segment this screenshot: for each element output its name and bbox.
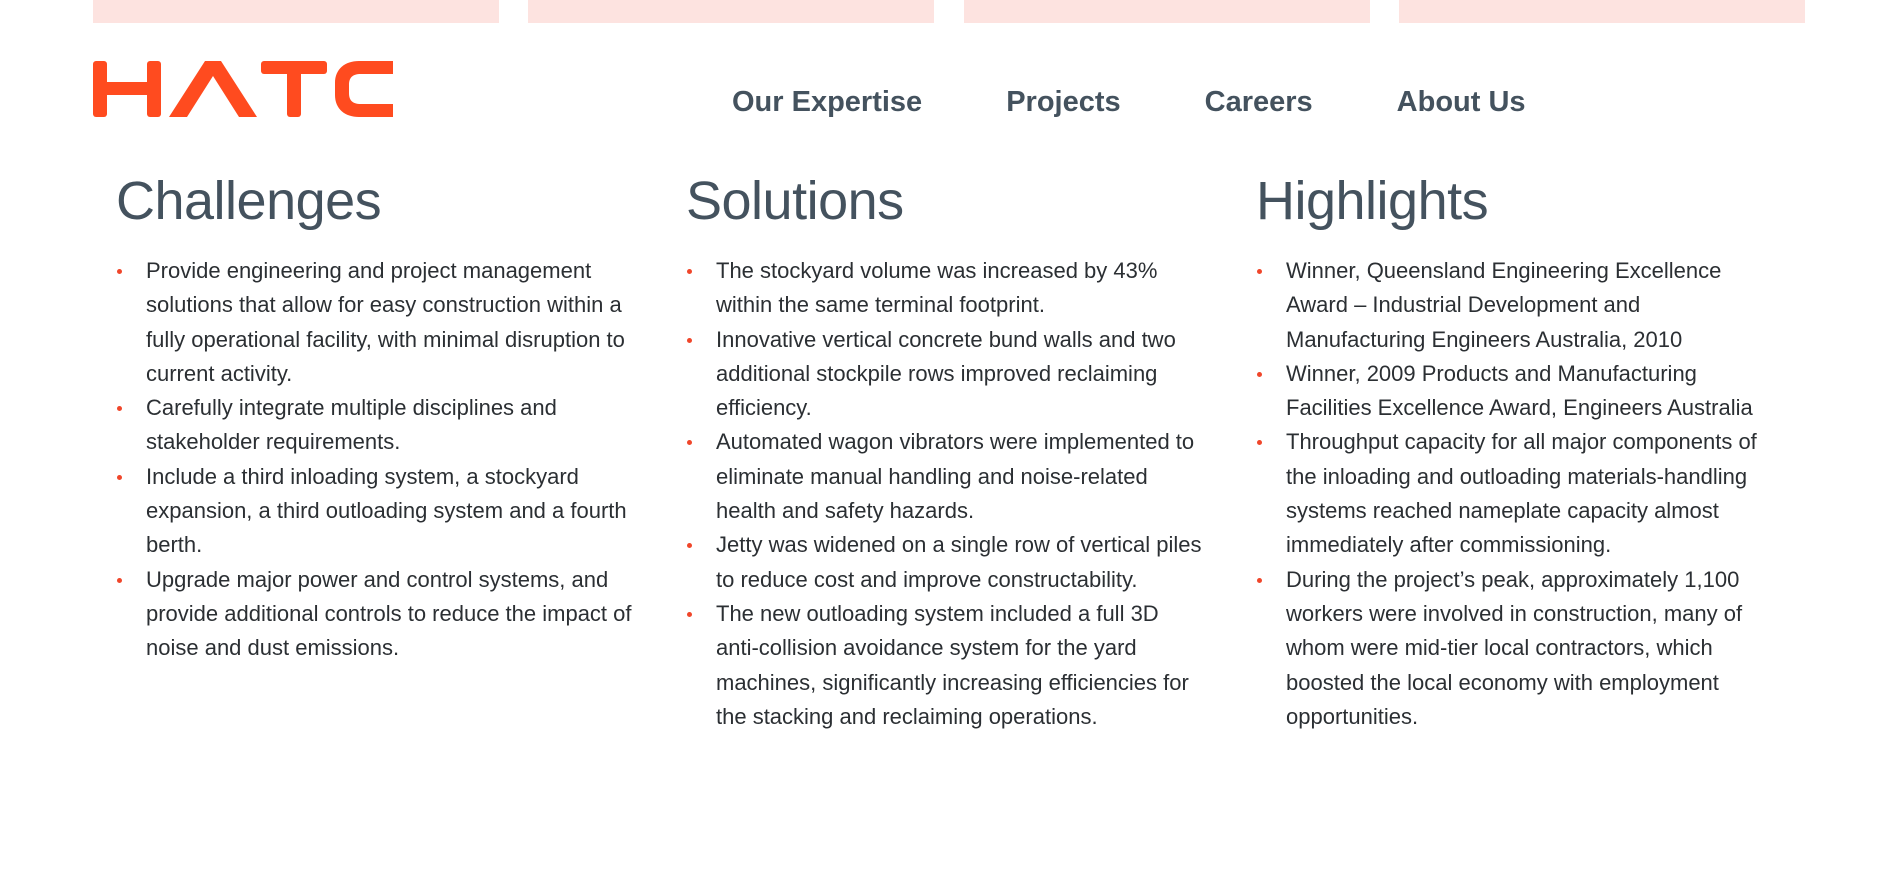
top-banner-placeholders (93, 0, 1805, 23)
main-nav: Our Expertise Projects Careers About Us (732, 86, 1526, 119)
top-banner-bar (528, 0, 935, 23)
list-item: Provide engineering and project manageme… (117, 254, 636, 391)
section-title: Highlights (1256, 171, 1489, 231)
list-item: Winner, Queensland Engineering Excellenc… (1257, 254, 1776, 357)
solutions-list: The stockyard volume was increased by 43… (686, 254, 1206, 734)
hatch-logo[interactable] (93, 61, 441, 117)
highlights-list: Winner, Queensland Engineering Excellenc… (1256, 254, 1776, 734)
list-item: The stockyard volume was increased by 43… (687, 254, 1206, 323)
top-banner-bar (1398, 0, 1805, 23)
list-item: During the project’s peak, approximately… (1257, 563, 1776, 734)
section-title: Challenges (116, 171, 382, 231)
project-details: Challenges Provide engineering and proje… (116, 168, 1796, 734)
list-item: Carefully integrate multiple disciplines… (117, 391, 636, 460)
list-item: Include a third inloading system, a stoc… (117, 460, 636, 563)
top-banner-bar (93, 0, 499, 23)
top-banner-bar (963, 0, 1370, 23)
hatch-logo-graphic (93, 61, 393, 117)
nav-item-our-expertise[interactable]: Our Expertise (732, 86, 922, 119)
highlights-section: Highlights Winner, Queensland Engineerin… (1256, 168, 1796, 734)
list-item: The new outloading system included a ful… (687, 597, 1206, 734)
list-item: Throughput capacity for all major compon… (1257, 425, 1776, 562)
solutions-section: Solutions The stockyard volume was incre… (686, 168, 1256, 734)
list-item: Upgrade major power and control systems,… (117, 563, 636, 666)
nav-item-about-us[interactable]: About Us (1397, 86, 1526, 119)
page: Our Expertise Projects Careers About Us … (0, 0, 1895, 896)
nav-item-projects[interactable]: Projects (1006, 86, 1120, 119)
list-item: Innovative vertical concrete bund walls … (687, 323, 1206, 426)
list-item: Jetty was widened on a single row of ver… (687, 528, 1206, 597)
list-item: Winner, 2009 Products and Manufacturing … (1257, 357, 1776, 426)
list-item: Automated wagon vibrators were implement… (687, 425, 1206, 528)
challenges-list: Provide engineering and project manageme… (116, 254, 636, 666)
challenges-section: Challenges Provide engineering and proje… (116, 168, 686, 734)
section-title: Solutions (686, 171, 904, 231)
nav-item-careers[interactable]: Careers (1205, 86, 1313, 119)
